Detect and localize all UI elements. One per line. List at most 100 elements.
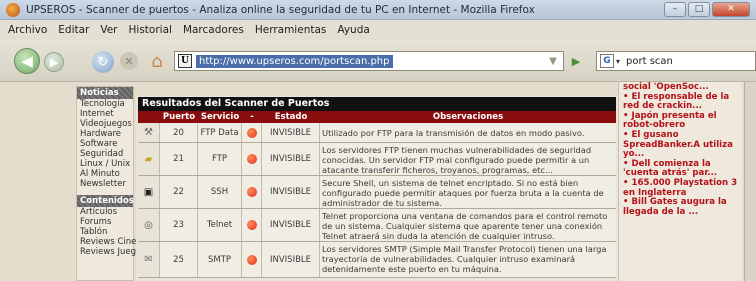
address-bar[interactable]: U http://www.upseros.com/portscan.php [174,51,564,71]
header-observaciones: Observaciones [432,112,504,122]
news-item[interactable]: 165.000 Playstation 3 en Inglaterra [623,178,738,198]
reload-button[interactable]: ↻ [92,51,114,73]
home-icon[interactable]: ⌂ [146,50,168,72]
port-cell: 20 [160,123,198,142]
back-button[interactable]: ◀ [14,48,40,74]
sidebar-item-hardware[interactable]: Hardware [77,129,133,139]
header-estado: Estado [274,112,308,122]
sidebar-heading-contenidos: Contenidos [77,195,134,207]
menu-bar: Archivo Editar Ver Historial Marcadores … [0,20,756,40]
sidebar-item-forums[interactable]: Forums [77,217,133,227]
sidebar-item-articulos[interactable]: Artículos [77,207,133,217]
menu-historial[interactable]: Historial [129,24,172,36]
notes-cell: Los servidores SMTP (Simple Mail Transfe… [322,244,607,274]
news-item[interactable]: Dell comienza la 'cuenta atrás' par... [623,159,738,179]
results-table-header: Puerto Servicio - Estado Observaciones [138,111,616,123]
bookmark-star-icon[interactable]: ▼ [546,52,560,70]
header-servicio: Servicio [200,112,240,122]
service-cell: SSH [198,176,242,208]
window-titlebar: UPSEROS - Scanner de puertos - Analiza o… [0,0,756,20]
service-cell: SMTP [198,242,242,277]
notes-cell: Los servidores FTP tienen muchas vulnera… [322,145,592,175]
window-title: UPSEROS - Scanner de puertos - Analiza o… [26,3,535,16]
navigation-toolbar: ◀ ▶ ↻ ✕ ⌂ U http://www.upseros.com/ports… [0,40,756,82]
window-controls: – □ ✕ [664,2,750,17]
status-dot [242,209,262,241]
header-puerto: Puerto [162,112,196,122]
url-text[interactable]: http://www.upseros.com/portscan.php [196,54,393,68]
terminal-icon: ▣ [138,176,160,208]
status-cell: INVISIBLE [262,143,320,175]
status-dot [242,143,262,175]
menu-ayuda[interactable]: Ayuda [337,24,369,36]
network-icon: ◎ [138,209,160,241]
sidebar-item-linux[interactable]: Linux / Unix [77,159,133,169]
table-row: ◎ 23 Telnet INVISIBLE Telnet proporciona… [138,209,616,242]
port-cell: 23 [160,209,198,241]
port-cell: 22 [160,176,198,208]
sidebar-item-tablon[interactable]: Tablón [77,227,133,237]
status-dot [242,123,262,142]
sidebar-item-reviews-juegos[interactable]: Reviews Juegos [77,247,146,257]
firefox-icon [6,2,20,17]
stop-button[interactable]: ✕ [120,52,138,70]
news-item[interactable]: El gusano SpreadBanker.A utiliza yo... [623,130,738,160]
menu-ver[interactable]: Ver [100,24,117,36]
sidebar-item-al-minuto[interactable]: Al Minuto [77,169,133,179]
menu-editar[interactable]: Editar [58,24,89,36]
status-cell: INVISIBLE [262,242,320,277]
scan-results-panel: Resultados del Scanner de Puertos Puerto… [136,96,618,281]
status-cell: INVISIBLE [262,176,320,208]
menu-archivo[interactable]: Archivo [8,24,47,36]
sidebar-item-reviews-cine[interactable]: Reviews Cine [77,237,136,247]
news-item[interactable]: Japón presenta el robot-obrero [623,111,738,131]
search-input[interactable]: port scan [626,56,673,67]
port-cell: 21 [160,143,198,175]
maximize-button[interactable]: □ [688,2,710,17]
port-cell: 25 [160,242,198,277]
news-item[interactable]: El responsable de la red de crackin... [623,92,738,112]
site-favicon: U [178,54,192,68]
status-dot [242,242,262,277]
header-dash: - [250,112,254,122]
notes-cell: Secure Shell, un sistema de telnet encri… [322,178,604,208]
sidebar-item-software[interactable]: Software [77,139,133,149]
status-cell: INVISIBLE [262,123,320,142]
table-row: ▣ 22 SSH INVISIBLE Secure Shell, un sist… [138,176,616,209]
left-sidebar: Noticias Tecnología Internet Videojuegos… [76,86,146,281]
results-title: Resultados del Scanner de Puertos [138,97,616,111]
notes-cell: Utilizado por FTP para la transmisión de… [322,128,585,138]
news-item[interactable]: Bill Gates augura la llegada de la ... [623,197,738,217]
sidebar-item-videojuegos[interactable]: Videojuegos [77,119,133,129]
table-row: ▰ 21 FTP INVISIBLE Los servidores FTP ti… [138,143,616,176]
chevron-down-icon[interactable]: ▾ [616,57,620,66]
table-row: ⚒ 20 FTP Data INVISIBLE Utilizado por FT… [138,123,616,143]
forward-button[interactable]: ▶ [44,52,64,72]
mail-icon: ✉ [138,242,160,277]
service-cell: FTP Data [198,123,242,142]
service-cell: Telnet [198,209,242,241]
go-button[interactable]: ▶ [566,52,586,70]
close-button[interactable]: ✕ [712,2,750,17]
minimize-button[interactable]: – [664,2,686,17]
table-row: ✉ 25 SMTP INVISIBLE Los servidores SMTP … [138,242,616,278]
sidebar-item-seguridad[interactable]: Seguridad [77,149,133,159]
status-cell: INVISIBLE [262,209,320,241]
notes-cell: Telnet proporciona una ventana de comand… [322,211,608,241]
news-column: social 'OpenSoc... El responsable de la … [618,82,742,281]
search-bar[interactable]: G ▾ port scan [596,51,756,71]
scrollbar[interactable] [744,82,756,281]
status-dot [242,176,262,208]
search-engine-icon[interactable]: G [600,54,614,68]
menu-herramientas[interactable]: Herramientas [255,24,327,36]
page-content: Noticias Tecnología Internet Videojuegos… [0,82,756,281]
sidebar-heading-noticias: Noticias [77,87,133,99]
sidebar-item-tecnologia[interactable]: Tecnología [77,99,133,109]
sidebar-item-newsletter[interactable]: Newsletter [77,179,133,189]
folder-icon: ▰ [138,143,160,175]
header-icon [138,111,160,123]
tool-icon: ⚒ [138,123,160,142]
service-cell: FTP [198,143,242,175]
sidebar-item-internet[interactable]: Internet [77,109,133,119]
menu-marcadores[interactable]: Marcadores [183,24,244,36]
